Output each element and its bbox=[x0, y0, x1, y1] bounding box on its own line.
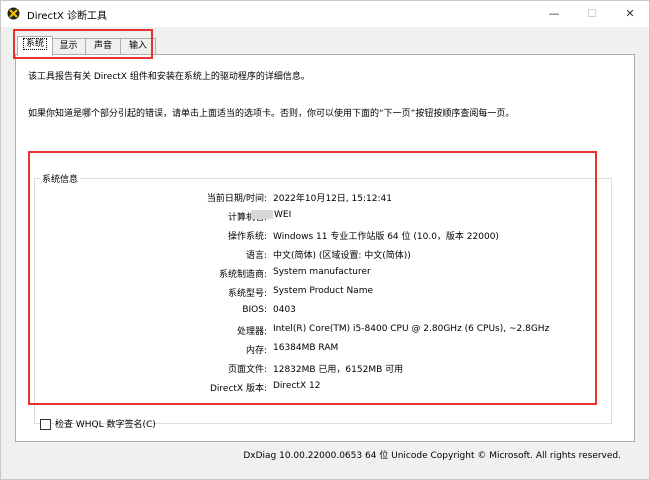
info-row-page-file: 页面文件: 12832MB 已用，6152MB 可用 bbox=[34, 362, 612, 376]
system-tab-panel: 该工具报告有关 DirectX 组件和安装在系统上的驱动程序的详细信息。 如果你… bbox=[15, 54, 635, 442]
info-label: 页面文件: bbox=[227, 365, 267, 375]
info-row-os: 操作系统: Windows 11 专业工作站版 64 位 (10.0，版本 22… bbox=[34, 229, 612, 243]
info-value: DirectX 12 bbox=[273, 381, 321, 391]
info-value: 0403 bbox=[273, 305, 296, 315]
info-row-manufacturer: 系统制造商: System manufacturer bbox=[34, 267, 612, 281]
redacted-mask bbox=[251, 210, 273, 219]
maximize-button[interactable]: ☐ bbox=[573, 1, 611, 27]
copyright-footer: DxDiag 10.00.22000.0653 64 位 Unicode Cop… bbox=[243, 451, 621, 461]
info-value: 12832MB 已用，6152MB 可用 bbox=[273, 365, 404, 375]
computer-name-wrap: WEI bbox=[250, 210, 291, 220]
info-value: System manufacturer bbox=[273, 267, 371, 277]
info-value: 16384MB RAM bbox=[273, 343, 339, 353]
whql-checkbox-label[interactable]: 检查 WHQL 数字签名(C) bbox=[55, 420, 156, 430]
info-row-language: 语言: 中文(简体) (区域设置: 中文(简体)) bbox=[34, 248, 612, 262]
tab-label: 系统 bbox=[22, 38, 47, 50]
tab-display[interactable]: 显示 bbox=[51, 38, 86, 55]
tab-input[interactable]: 输入 bbox=[120, 38, 156, 55]
info-label: DirectX 版本: bbox=[209, 384, 267, 394]
info-value: 中文(简体) (区域设置: 中文(简体)) bbox=[273, 251, 411, 261]
info-label: 当前日期/时间: bbox=[206, 194, 267, 204]
dxdiag-window: DirectX 诊断工具 — ☐ ✕ 系统 显示 声音 输入 该工具报告有关 D… bbox=[0, 0, 650, 480]
info-label: 操作系统: bbox=[227, 232, 267, 242]
info-label: 处理器: bbox=[236, 327, 267, 337]
info-value: Windows 11 专业工作站版 64 位 (10.0，版本 22000) bbox=[273, 232, 499, 242]
info-label: BIOS: bbox=[242, 305, 267, 315]
info-label: 系统制造商: bbox=[218, 270, 267, 280]
info-label: 系统型号: bbox=[227, 289, 267, 299]
info-label: 内存: bbox=[245, 346, 267, 356]
intro-text-1: 该工具报告有关 DirectX 组件和安装在系统上的驱动程序的详细信息。 bbox=[28, 72, 310, 82]
directx-icon bbox=[7, 7, 20, 20]
info-row-computer-name: 计算机名: WEI bbox=[34, 210, 612, 224]
minimize-button[interactable]: — bbox=[535, 1, 573, 27]
info-row-processor: 处理器: Intel(R) Core(TM) i5-8400 CPU @ 2.8… bbox=[34, 324, 612, 338]
info-row-directx-version: DirectX 版本: DirectX 12 bbox=[34, 381, 612, 395]
tab-label: 显示 bbox=[59, 41, 78, 51]
info-row-model: 系统型号: System Product Name bbox=[34, 286, 612, 300]
info-value: System Product Name bbox=[273, 286, 374, 296]
info-row-memory: 内存: 16384MB RAM bbox=[34, 343, 612, 357]
tab-system[interactable]: 系统 bbox=[17, 36, 53, 56]
tab-strip: 系统 显示 声音 输入 bbox=[1, 27, 649, 56]
info-value: 2022年10月12日, 15:12:41 bbox=[273, 194, 392, 204]
info-value: Intel(R) Core(TM) i5-8400 CPU @ 2.80GHz … bbox=[273, 324, 550, 334]
close-button[interactable]: ✕ bbox=[611, 1, 649, 27]
info-value: WEI bbox=[274, 210, 292, 220]
info-row-bios: BIOS: 0403 bbox=[34, 305, 612, 319]
window-title: DirectX 诊断工具 bbox=[27, 11, 107, 22]
title-bar[interactable]: DirectX 诊断工具 — ☐ ✕ bbox=[1, 1, 649, 27]
info-label: 语言: bbox=[245, 251, 267, 261]
intro-text-2: 如果你知道是哪个部分引起的错误，请单击上面适当的选项卡。否则，你可以使用下面的“… bbox=[28, 109, 515, 119]
system-info-group: 系统信息 当前日期/时间: 2022年10月12日, 15:12:41 计算机名… bbox=[34, 172, 612, 424]
tab-sound[interactable]: 声音 bbox=[85, 38, 121, 55]
whql-check-row[interactable]: 检查 WHQL 数字签名(C) bbox=[40, 417, 156, 430]
info-row-datetime: 当前日期/时间: 2022年10月12日, 15:12:41 bbox=[34, 191, 612, 205]
tab-label: 输入 bbox=[128, 41, 147, 51]
group-title: 系统信息 bbox=[40, 172, 81, 185]
whql-checkbox[interactable] bbox=[40, 419, 51, 430]
tab-label: 声音 bbox=[93, 41, 112, 51]
